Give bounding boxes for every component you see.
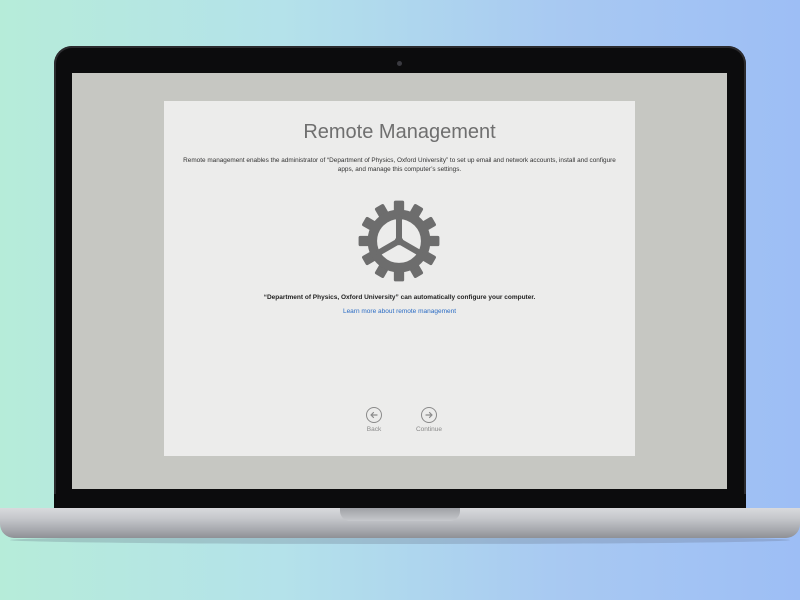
remote-management-dialog: Remote Management Remote management enab…: [164, 101, 635, 456]
laptop-opening-notch: [340, 508, 460, 521]
back-label: Back: [366, 426, 382, 433]
configure-statement: “Department of Physics, Oxford Universit…: [263, 294, 536, 301]
arrow-left-circle-icon: [366, 407, 382, 423]
continue-button[interactable]: Continue: [409, 407, 449, 433]
page-title: Remote Management: [303, 121, 496, 143]
arrow-right-circle-icon: [421, 407, 437, 423]
laptop-base: [0, 508, 800, 538]
laptop-screen: Remote Management Remote management enab…: [72, 73, 727, 489]
laptop-lid: Remote Management Remote management enab…: [54, 46, 746, 516]
continue-label: Continue: [415, 426, 443, 433]
camera-icon: [397, 61, 402, 66]
gear-icon: [358, 200, 440, 282]
back-button[interactable]: Back: [354, 407, 394, 433]
description-text: Remote management enables the administra…: [183, 157, 616, 173]
learn-more-link[interactable]: Learn more about remote management: [164, 308, 635, 315]
